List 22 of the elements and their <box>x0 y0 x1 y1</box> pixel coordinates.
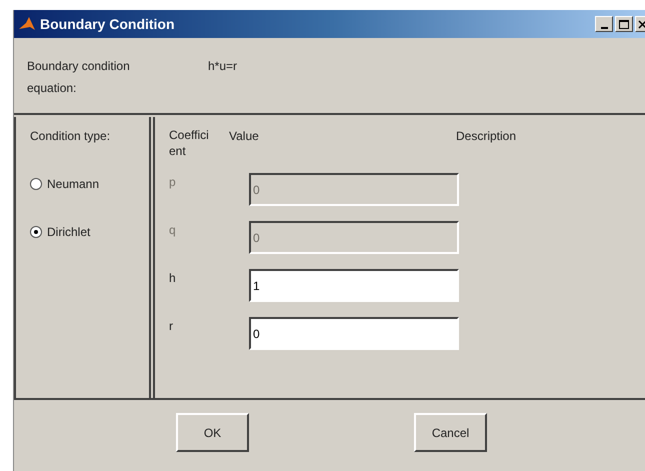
coefficient-name: p <box>169 174 177 191</box>
radio-option[interactable]: Neumann <box>30 175 149 193</box>
window-title: Boundary Condition <box>40 14 175 34</box>
coefficient-name: q <box>169 222 177 239</box>
condition-type-label: Condition type: <box>30 128 112 145</box>
close-icon <box>638 20 645 28</box>
equation-label: Boundary condition equation: <box>27 58 131 97</box>
close-button[interactable] <box>635 16 645 32</box>
value-field[interactable]: 1 <box>249 269 459 302</box>
dialog-button[interactable]: Cancel <box>414 413 487 452</box>
value-field[interactable]: 0 <box>249 317 459 350</box>
radio-option[interactable]: Dirichlet <box>30 223 149 241</box>
minimize-button[interactable] <box>595 16 613 32</box>
peak-logo-icon <box>18 15 36 33</box>
column-header: Value <box>228 128 260 145</box>
dialog-button[interactable]: OK <box>176 413 249 452</box>
coefficient-name: h <box>169 270 177 287</box>
coefficient-name: r <box>169 318 174 335</box>
equation-value: h*u=r <box>207 58 238 75</box>
column-header: Description <box>456 128 516 145</box>
column-header: Coefficient <box>169 127 210 159</box>
maximize-button[interactable] <box>615 16 633 32</box>
